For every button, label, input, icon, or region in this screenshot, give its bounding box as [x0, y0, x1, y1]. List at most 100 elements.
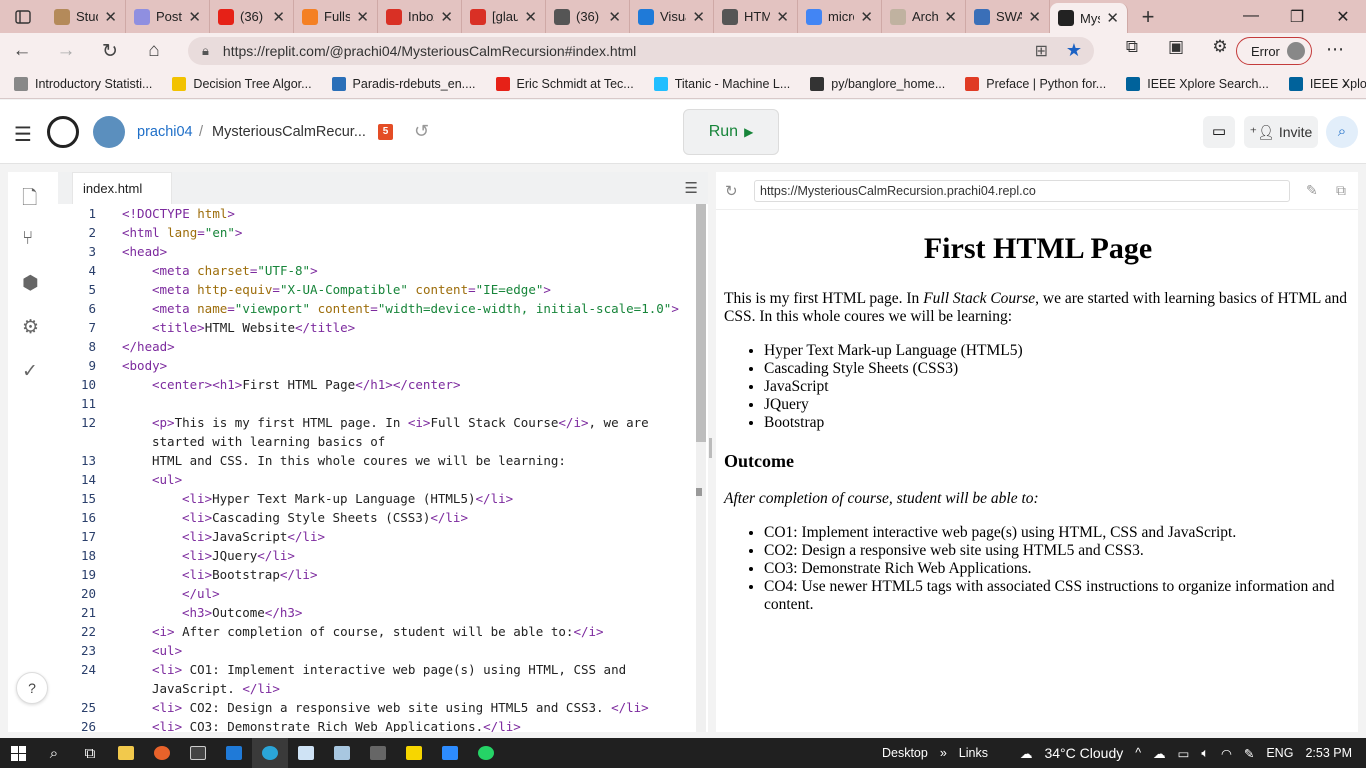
bookmark-item[interactable]: py/banglore_home...: [810, 76, 945, 91]
code-line[interactable]: </head>: [122, 339, 175, 354]
new-tab-icon[interactable]: +: [1128, 4, 1168, 30]
invite-button[interactable]: ⁺👤︎ Invite: [1244, 116, 1318, 148]
home-icon[interactable]: ⌂: [132, 40, 176, 62]
code-line[interactable]: HTML and CSS. In this whole coures we wi…: [152, 453, 566, 468]
settings-gear-icon[interactable]: ⚙: [22, 316, 39, 339]
tab-actions-icon[interactable]: [0, 0, 46, 33]
edit-pencil-icon[interactable]: ✎: [1306, 182, 1318, 199]
tab-close-icon[interactable]: ✕: [608, 8, 621, 26]
browser-tab[interactable]: Stud ✕: [46, 0, 126, 33]
tab-close-icon[interactable]: ✕: [272, 8, 285, 26]
code-line[interactable]: <i> After completion of course, student …: [152, 624, 604, 639]
code-line[interactable]: <li> CO1: Implement interactive web page…: [152, 662, 626, 677]
code-line[interactable]: <p>This is my first HTML page. In <i>Ful…: [152, 415, 649, 430]
code-line[interactable]: <!DOCTYPE html>: [122, 206, 235, 221]
tab-close-icon[interactable]: ✕: [1106, 9, 1119, 27]
tab-close-icon[interactable]: ✕: [776, 8, 789, 26]
tab-index-html[interactable]: index.html: [72, 172, 172, 204]
browser-tab[interactable]: SWAYAM ✕: [966, 0, 1050, 33]
bookmark-item[interactable]: Preface | Python for...: [965, 76, 1106, 91]
project-name[interactable]: MysteriousCalmRecur...: [212, 124, 366, 140]
app-orange-icon[interactable]: [144, 738, 180, 768]
browser-tab[interactable]: Visual St ✕: [630, 0, 714, 33]
browser-tab[interactable]: (36) visua ✕: [546, 0, 630, 33]
more-menu-icon[interactable]: ⋯: [1326, 39, 1344, 60]
vscode-icon[interactable]: [216, 738, 252, 768]
maximize-icon[interactable]: ❐: [1274, 7, 1320, 27]
search-icon[interactable]: ⌕: [1326, 116, 1358, 148]
weather-cloud-icon[interactable]: ☁: [1020, 746, 1033, 761]
bookmark-item[interactable]: Paradis-rdebuts_en....: [331, 76, 476, 91]
lock-icon[interactable]: 🔒︎: [202, 43, 209, 59]
show-hidden-icons-chevron[interactable]: ^: [1135, 746, 1141, 760]
network-icon[interactable]: ▭: [1178, 746, 1190, 761]
code-line[interactable]: <li>Cascading Style Sheets (CSS3)</li>: [182, 510, 468, 525]
collections-icon[interactable]: ⧉: [1110, 37, 1154, 57]
avatar[interactable]: [93, 116, 125, 148]
pane-resizer[interactable]: [709, 438, 712, 458]
browser-tab[interactable]: HTML W ✕: [714, 0, 798, 33]
links-toolbar-label[interactable]: Links: [959, 746, 988, 760]
volume-icon[interactable]: 🔈︎: [1201, 746, 1209, 761]
files-icon[interactable]: 🗋︎: [22, 184, 37, 216]
code-line[interactable]: <h3>Outcome</h3>: [182, 605, 302, 620]
apps-icon[interactable]: ⊞: [1035, 41, 1048, 61]
webview-refresh-icon[interactable]: ↻: [725, 182, 738, 200]
browser-tab[interactable]: Fullstack ✕: [294, 0, 378, 33]
browser-tab[interactable]: Inbox (1, ✕: [378, 0, 462, 33]
tab-close-icon[interactable]: ✕: [692, 8, 705, 26]
search-taskbar-icon[interactable]: ⌕: [36, 738, 72, 768]
code-line[interactable]: <li>JQuery</li>: [182, 548, 295, 563]
tab-close-icon[interactable]: ✕: [1028, 8, 1041, 26]
code-line[interactable]: <center><h1>First HTML Page</h1></center…: [152, 377, 461, 392]
chat-icon[interactable]: ▭: [1203, 116, 1235, 148]
notes-yellow-icon[interactable]: [396, 738, 432, 768]
sticky-notes-icon[interactable]: [324, 738, 360, 768]
wifi-icon[interactable]: ◠: [1221, 746, 1232, 761]
tab-close-icon[interactable]: ✕: [188, 8, 201, 26]
tab-close-icon[interactable]: ✕: [104, 8, 117, 26]
profile-error-button[interactable]: Error: [1236, 37, 1312, 65]
task-view-icon[interactable]: ⧉: [72, 738, 108, 768]
scrollbar-thumb[interactable]: [696, 204, 706, 442]
browser-tab[interactable]: Post ✕: [126, 0, 210, 33]
browser-tab[interactable]: Mys ✕: [1050, 3, 1128, 33]
terminal-icon[interactable]: [180, 738, 216, 768]
history-icon[interactable]: ↺: [414, 121, 429, 142]
code-line[interactable]: </ul>: [182, 586, 220, 601]
tab-close-icon[interactable]: ✕: [944, 8, 957, 26]
bookmark-item[interactable]: IEEE Xplore: [1288, 76, 1366, 91]
code-line[interactable]: JavaScript. </li>: [152, 681, 280, 696]
close-window-icon[interactable]: ✕: [1320, 7, 1366, 27]
forward-icon[interactable]: →: [44, 40, 88, 62]
bookmark-item[interactable]: Eric Schmidt at Tec...: [495, 76, 634, 91]
tab-close-icon[interactable]: ✕: [356, 8, 369, 26]
run-button[interactable]: Run ▶: [683, 109, 779, 155]
code-area[interactable]: 1 <!DOCTYPE html> 2 <html lang="en"> 3 <head>…: [58, 204, 694, 732]
bookmark-item[interactable]: Decision Tree Algor...: [172, 76, 312, 91]
code-line[interactable]: <body>: [122, 358, 167, 373]
code-line[interactable]: <li>JavaScript</li>: [182, 529, 325, 544]
bookmarks-chevron-icon[interactable]: ›: [1343, 75, 1348, 93]
replit-logo[interactable]: [47, 116, 79, 148]
bookmark-item[interactable]: Introductory Statisti...: [14, 76, 152, 91]
tab-close-icon[interactable]: ✕: [860, 8, 873, 26]
code-line[interactable]: <head>: [122, 244, 167, 259]
username-link[interactable]: prachi04: [137, 124, 193, 140]
code-line[interactable]: started with learning basics of: [152, 434, 385, 449]
browser-tab[interactable]: Architect ✕: [882, 0, 966, 33]
hamburger-menu-icon[interactable]: ☰: [14, 122, 32, 147]
code-line[interactable]: <html lang="en">: [122, 225, 242, 240]
code-line[interactable]: <meta http-equiv="X-UA-Compatible" conte…: [152, 282, 551, 297]
code-line[interactable]: <li> CO2: Design a responsive web site u…: [152, 700, 649, 715]
editor-options-icon[interactable]: ☰: [685, 179, 698, 197]
bookmark-item[interactable]: Titanic - Machine L...: [653, 76, 790, 91]
favorite-star-icon[interactable]: ★: [1066, 40, 1082, 61]
code-line[interactable]: <title>HTML Website</title>: [152, 320, 355, 335]
onedrive-icon[interactable]: ☁: [1153, 746, 1166, 761]
back-icon[interactable]: ←: [0, 40, 44, 62]
browser-tab[interactable]: (36) Kick ✕: [210, 0, 294, 33]
version-control-icon[interactable]: ⑂: [22, 228, 33, 250]
refresh-icon[interactable]: ↻: [88, 40, 132, 63]
extension-icon[interactable]: ▣: [1154, 37, 1198, 57]
